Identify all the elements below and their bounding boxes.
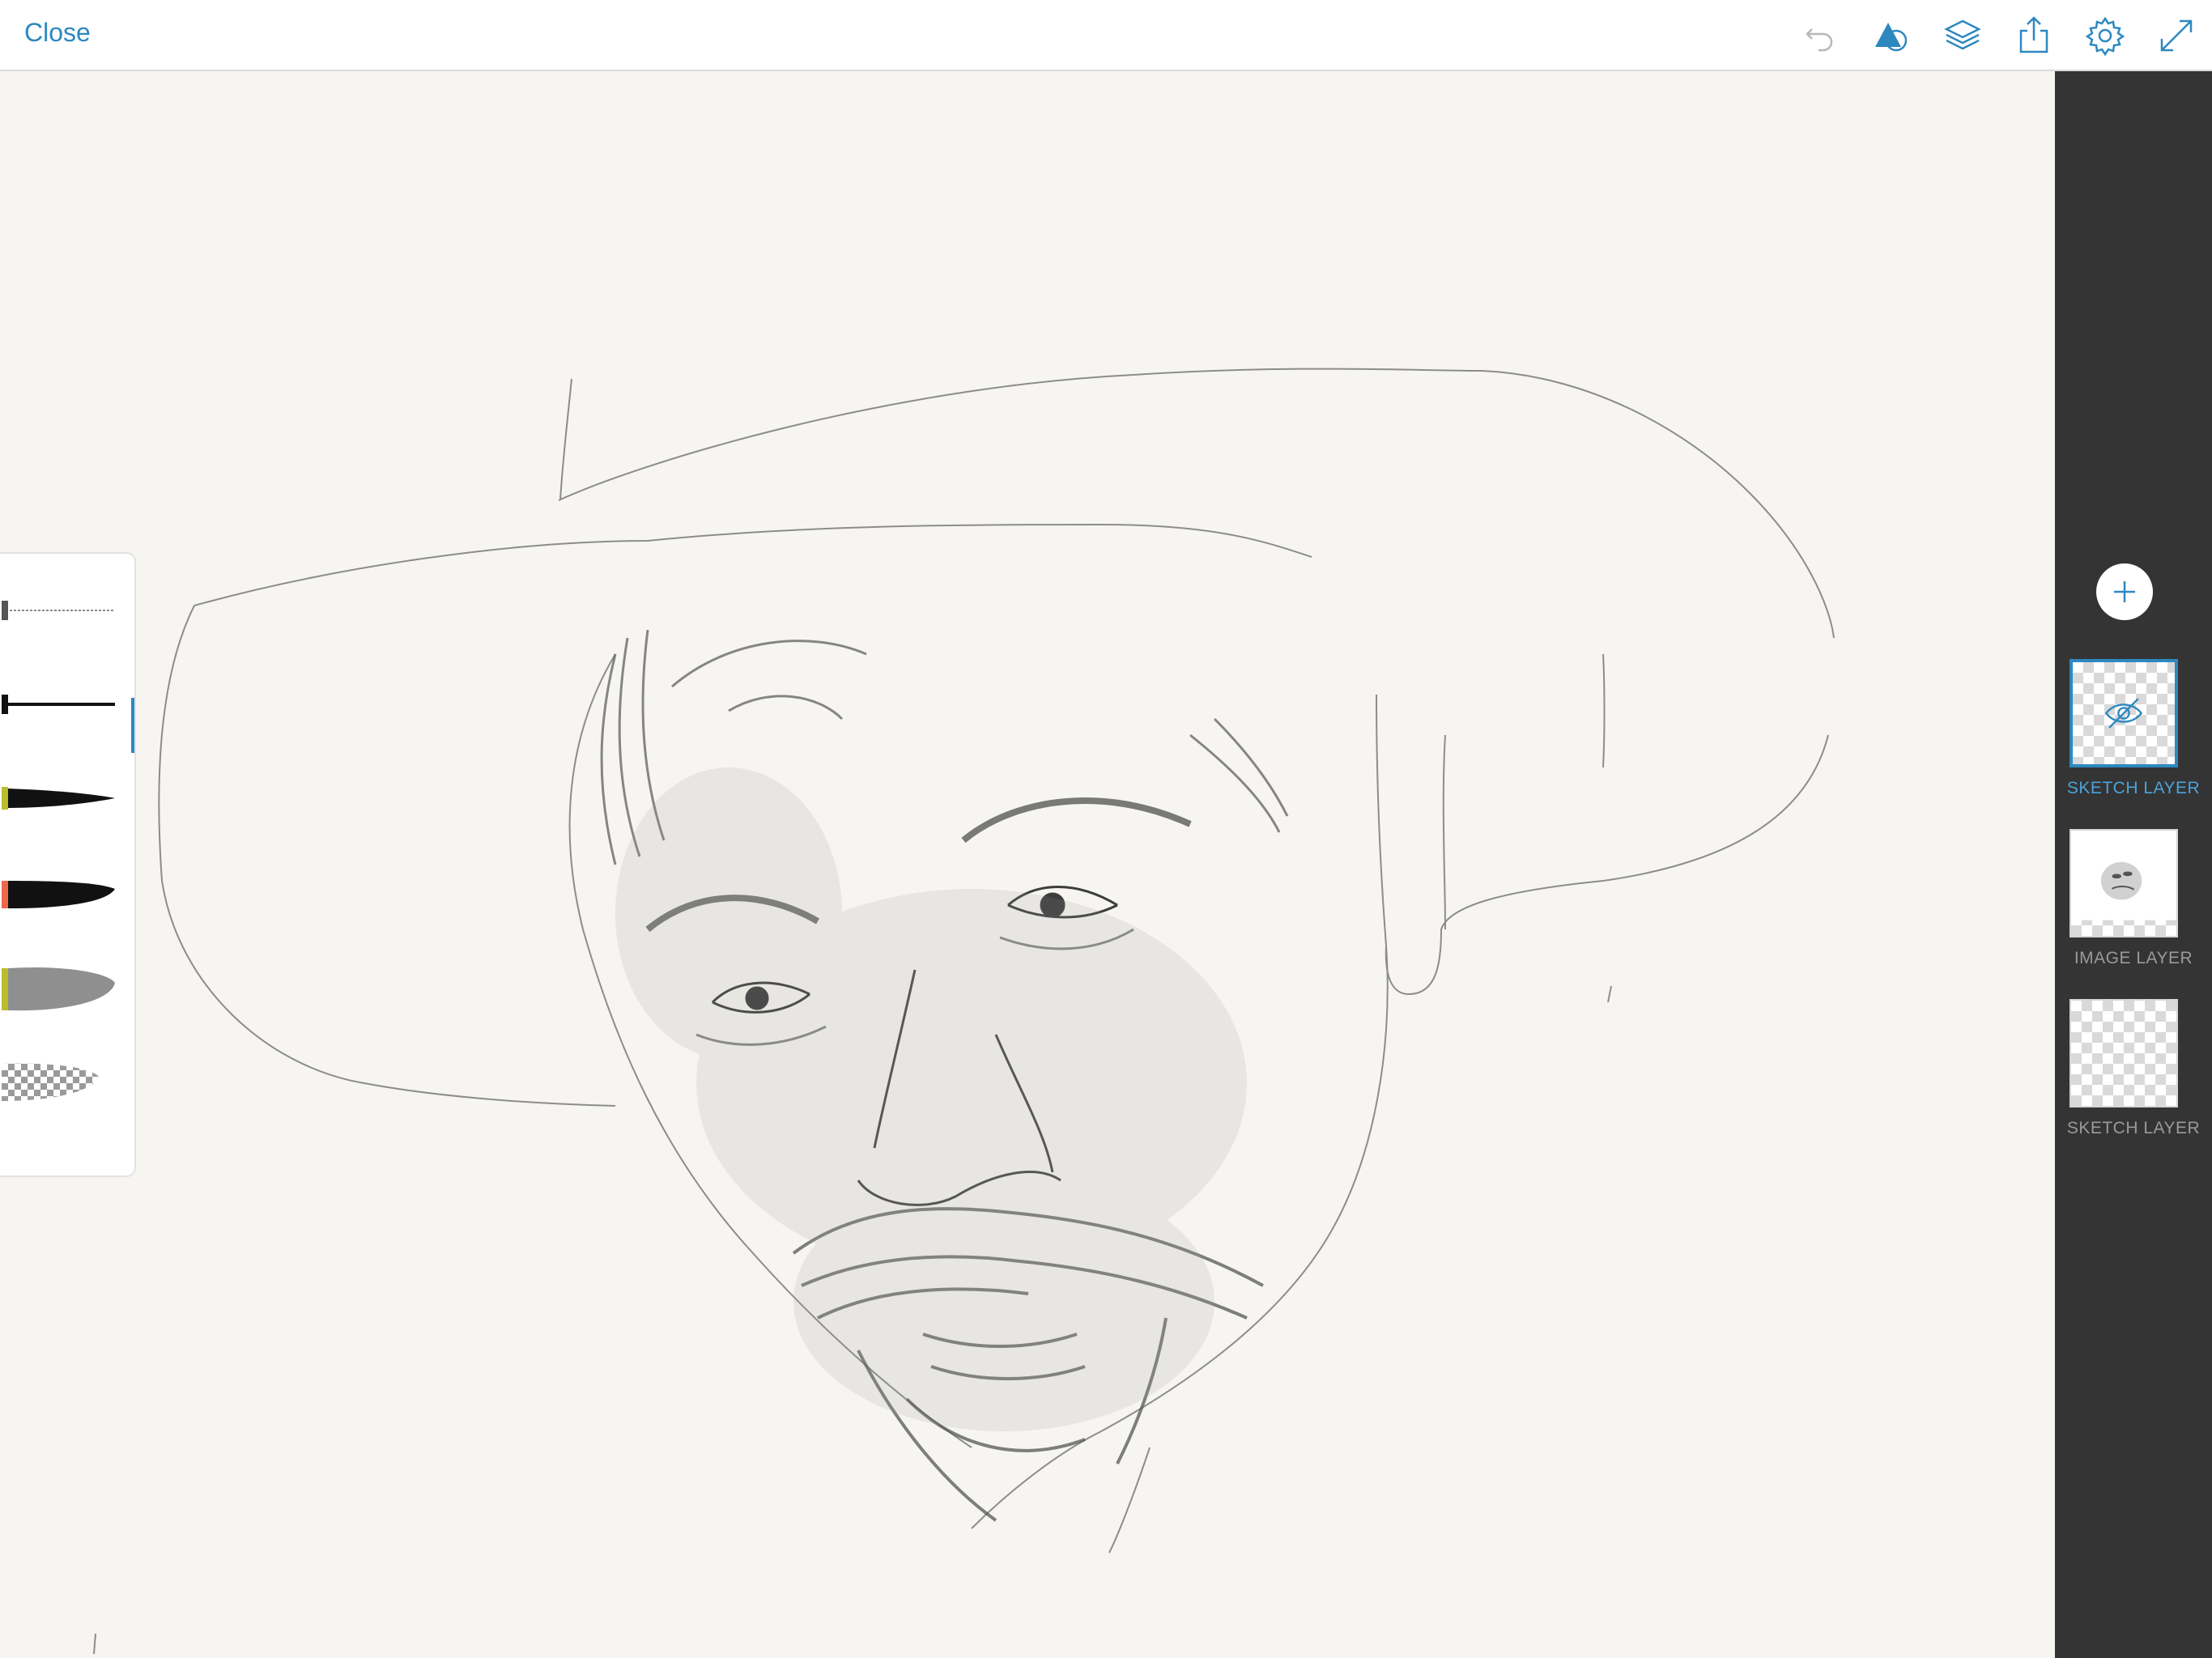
face-thumbnail <box>2071 831 2176 920</box>
layers-panel: SKETCH LAYER IMAGE LAYER SKETCH LAYER <box>2055 71 2212 1658</box>
shape-icon[interactable] <box>1870 15 1912 57</box>
marker-brush[interactable] <box>2 869 115 918</box>
plus-icon <box>2114 581 2135 602</box>
tapered-ink-brush[interactable] <box>2 774 115 823</box>
eraser-brush[interactable] <box>2 1057 115 1106</box>
layer-thumbnail-image[interactable] <box>2069 829 2178 937</box>
layers-icon[interactable] <box>1942 15 1984 57</box>
wash-brush[interactable] <box>2 963 115 1012</box>
add-layer-button[interactable] <box>2096 563 2153 620</box>
fine-pencil-brush[interactable] <box>2 586 115 635</box>
eye-slash-icon <box>2104 698 2143 729</box>
layer-label: SKETCH LAYER <box>2066 1119 2201 1137</box>
close-button[interactable]: Close <box>24 18 91 48</box>
share-icon[interactable] <box>2013 15 2055 57</box>
undo-icon[interactable] <box>1799 15 1841 57</box>
top-toolbar: Close <box>0 0 2212 71</box>
layer-label: IMAGE LAYER <box>2074 949 2193 967</box>
layer-thumbnail-sketch-top[interactable] <box>2069 659 2178 767</box>
settings-icon[interactable] <box>2084 15 2126 57</box>
drawing-canvas[interactable] <box>0 71 2055 1658</box>
round-pen-brush[interactable] <box>2 680 115 729</box>
fullscreen-icon[interactable] <box>2155 15 2197 57</box>
layer-thumbnail-sketch-bottom[interactable] <box>2069 999 2178 1107</box>
selected-brush-indicator <box>131 698 134 753</box>
layer-label: SKETCH LAYER <box>2066 779 2201 797</box>
brush-palette <box>0 552 136 1177</box>
sketch-artwork <box>93 368 1835 1655</box>
